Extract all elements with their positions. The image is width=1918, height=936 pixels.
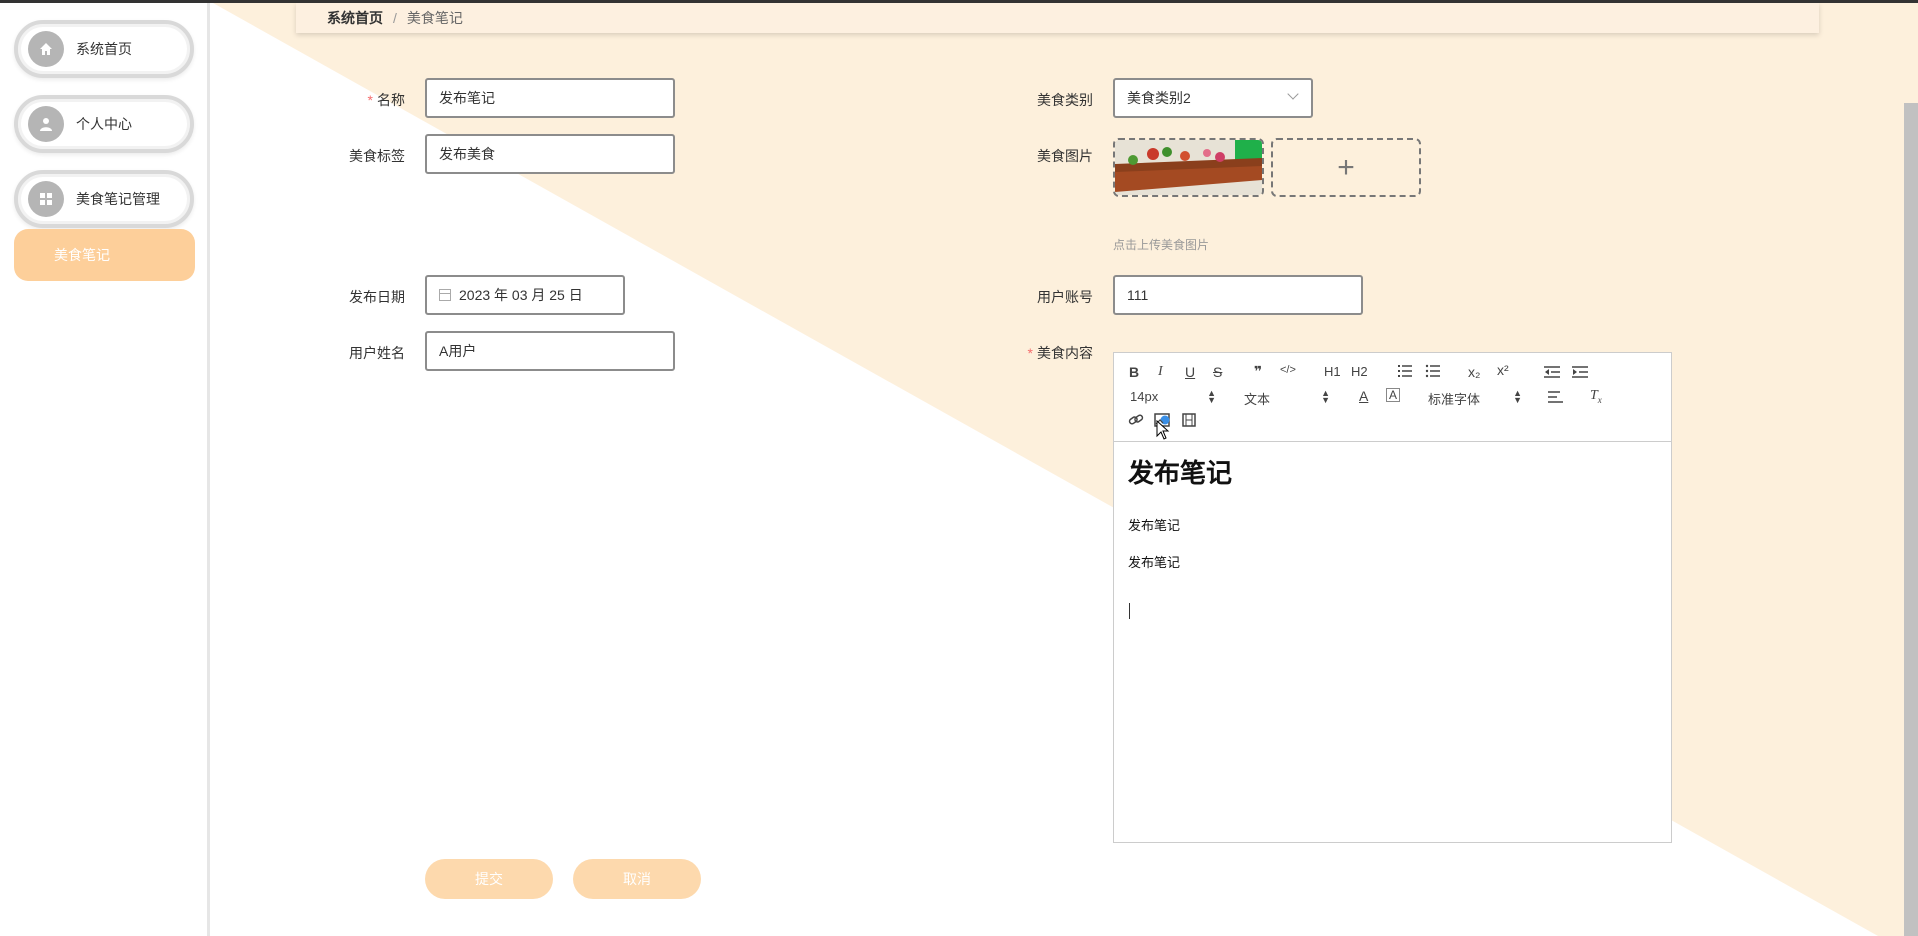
sidebar-item-food-notes-manage[interactable]: 美食笔记管理 <box>14 170 194 228</box>
breadcrumb-separator: / <box>393 10 397 26</box>
tag-input[interactable]: 发布美食 <box>425 134 675 174</box>
outdent-icon[interactable] <box>1544 365 1560 381</box>
breadcrumb-current: 美食笔记 <box>406 10 463 26</box>
username-input[interactable]: A用户 <box>425 331 675 371</box>
link-icon[interactable] <box>1128 413 1144 430</box>
editor-paragraph: 发布笔记 <box>1128 518 1181 533</box>
mouse-cursor-icon <box>1156 419 1170 443</box>
align-icon[interactable] <box>1548 390 1564 406</box>
name-input[interactable]: 发布笔记 <box>425 78 675 118</box>
scrollbar[interactable] <box>1904 103 1918 936</box>
grid-icon <box>28 181 64 217</box>
sidebar: 系统首页 个人中心 美食笔记管理 美食笔记 <box>0 3 210 936</box>
required-mark: * <box>367 92 373 108</box>
strikethrough-button[interactable]: S <box>1213 364 1222 380</box>
date-picker[interactable]: 2023 年 03 月 25 日 <box>425 275 625 315</box>
code-block-button[interactable]: </> <box>1280 364 1296 376</box>
date-label: 发布日期 <box>349 289 405 305</box>
sidebar-item-home[interactable]: 系统首页 <box>14 20 194 78</box>
clear-format-icon[interactable]: Tx <box>1590 388 1602 405</box>
calendar-icon <box>439 289 451 301</box>
sidebar-item-profile[interactable]: 个人中心 <box>14 95 194 153</box>
font-family-select[interactable]: 标准字体 ▲ ▼ <box>1428 389 1522 408</box>
sidebar-item-label: 个人中心 <box>76 116 132 132</box>
subscript-button[interactable]: x₂ <box>1468 364 1480 380</box>
bold-button[interactable]: B <box>1129 364 1139 380</box>
editor-paragraph: 发布笔记 <box>1128 555 1181 570</box>
food-image-thumbnail[interactable] <box>1113 138 1264 197</box>
blockquote-button[interactable]: ❞ <box>1254 363 1262 380</box>
h1-button[interactable]: H1 <box>1324 364 1341 379</box>
name-label: * 名称 <box>367 92 405 108</box>
image-label: 美食图片 <box>1037 148 1093 164</box>
content-label: * 美食内容 <box>1027 345 1093 361</box>
sidebar-item-label: 美食笔记管理 <box>76 191 160 207</box>
video-icon[interactable] <box>1182 413 1196 430</box>
header-select[interactable]: 文本 ▲ ▼ <box>1244 389 1330 408</box>
bullet-list-icon[interactable] <box>1425 364 1441 381</box>
chevron-down-icon <box>1287 88 1299 100</box>
underline-button[interactable]: U <box>1185 364 1195 380</box>
rich-text-editor: B I U S ❞ </> H1 H2 x₂ x² 14px ▲ ▼ 文本 ▲ ▼ <box>1113 352 1672 843</box>
breadcrumb: 系统首页 / 美食笔记 <box>296 3 1819 33</box>
cancel-button[interactable]: 取消 <box>573 859 701 899</box>
category-select[interactable]: 美食类别2 <box>1113 78 1313 118</box>
indent-icon[interactable] <box>1572 365 1588 381</box>
sidebar-item-label: 系统首页 <box>76 41 132 57</box>
breadcrumb-home[interactable]: 系统首页 <box>327 8 383 28</box>
account-input[interactable]: 111 <box>1113 275 1363 315</box>
superscript-button[interactable]: x² <box>1497 362 1509 378</box>
main-content: 系统首页 / 美食笔记 * 名称 发布笔记 美食标签 发布美食 发布日期 2023… <box>213 3 1918 936</box>
image-upload-hint: 点击上传美食图片 <box>1113 238 1210 252</box>
background-color-icon[interactable]: A <box>1386 388 1401 402</box>
italic-button[interactable]: I <box>1158 364 1163 380</box>
editor-heading: 发布笔记 <box>1128 458 1233 488</box>
submit-button[interactable]: 提交 <box>425 859 553 899</box>
font-color-icon[interactable]: A <box>1359 388 1368 404</box>
home-icon <box>28 31 64 67</box>
font-size-select[interactable]: 14px ▲ ▼ <box>1130 389 1216 405</box>
category-label: 美食类别 <box>1037 92 1093 108</box>
editor-content[interactable]: 发布笔记 发布笔记 发布笔记 <box>1128 453 1233 619</box>
sidebar-subitem-food-notes[interactable]: 美食笔记 <box>14 229 195 281</box>
account-label: 用户账号 <box>1037 289 1093 305</box>
user-icon <box>28 106 64 142</box>
h2-button[interactable]: H2 <box>1351 364 1368 379</box>
username-label: 用户姓名 <box>349 345 405 361</box>
tag-label: 美食标签 <box>349 148 405 164</box>
text-caret <box>1129 603 1130 619</box>
editor-toolbar: B I U S ❞ </> H1 H2 x₂ x² 14px ▲ ▼ 文本 ▲ ▼ <box>1114 353 1671 442</box>
image-upload-button[interactable]: + <box>1271 138 1421 197</box>
ordered-list-icon[interactable] <box>1397 364 1413 381</box>
required-mark: * <box>1027 345 1033 361</box>
top-border <box>0 0 1918 3</box>
